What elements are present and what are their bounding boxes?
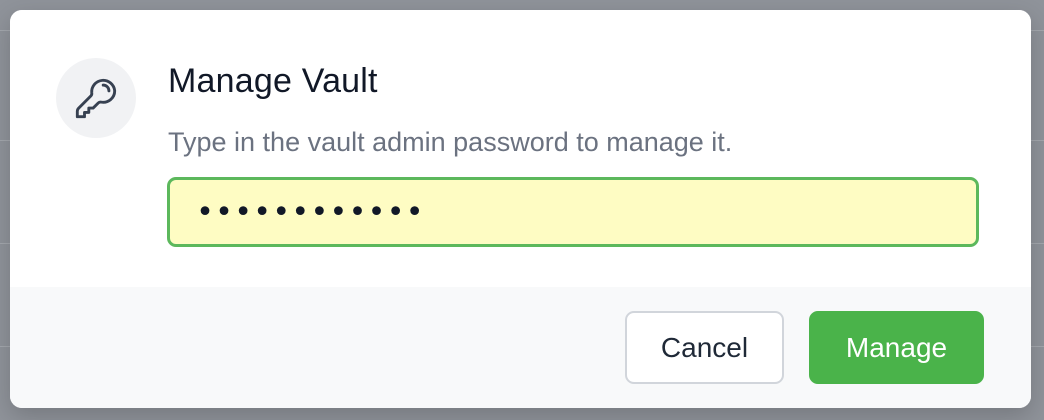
- manage-button[interactable]: Manage: [809, 311, 984, 384]
- cancel-button[interactable]: Cancel: [625, 311, 784, 384]
- dialog-description: Type in the vault admin password to mana…: [168, 127, 733, 157]
- dialog-footer: Cancel Manage: [10, 287, 1031, 408]
- dialog-body: Manage Vault Type in the vault admin pas…: [10, 10, 1031, 287]
- dialog-title: Manage Vault: [168, 62, 378, 100]
- key-icon-container: [56, 58, 136, 138]
- vault-password-input[interactable]: [167, 177, 979, 247]
- key-icon: [75, 78, 117, 119]
- manage-vault-dialog: Manage Vault Type in the vault admin pas…: [10, 10, 1031, 408]
